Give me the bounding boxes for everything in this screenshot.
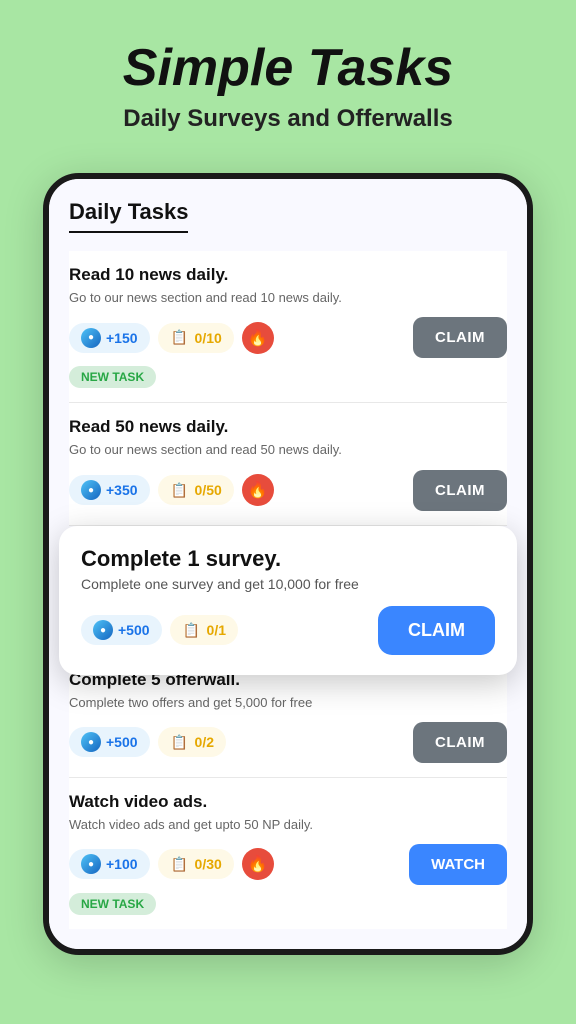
task-read-50-coin-label: +350: [106, 482, 138, 498]
task-offerwall-desc: Complete two offers and get 5,000 for fr…: [69, 694, 507, 712]
section-title: Daily Tasks: [69, 199, 188, 233]
task-offerwall-progress-badge: 📋 0/2: [158, 727, 226, 757]
highlight-badges: ● +500 📋 0/1: [81, 615, 238, 645]
phone-screen: Daily Tasks Read 10 news daily. Go to ou…: [49, 179, 527, 655]
task-read-10-coin-label: +150: [106, 330, 138, 346]
task-read-10-badges: ● +150 📋 0/10 🔥: [69, 322, 274, 354]
task-read-50-desc: Go to our news section and read 50 news …: [69, 441, 507, 459]
task-video-watch-button[interactable]: WATCH: [409, 844, 507, 885]
task-read-10-desc: Go to our news section and read 10 news …: [69, 289, 507, 307]
highlight-row: ● +500 📋 0/1 CLAIM: [81, 606, 495, 655]
task-read-10-progress-badge: 📋 0/10: [158, 323, 234, 353]
highlight-coin-badge: ● +500: [81, 615, 162, 645]
task-offerwall-coin-label: +500: [106, 734, 138, 750]
fire-icon-2: 🔥: [242, 474, 274, 506]
page-title: Simple Tasks: [123, 40, 453, 97]
highlight-card: Complete 1 survey. Complete one survey a…: [59, 526, 517, 675]
task-offerwall-claim-button[interactable]: CLAIM: [413, 722, 507, 763]
page-header: Simple Tasks Daily Surveys and Offerwall…: [103, 0, 473, 153]
task-video-coin-label: +100: [106, 856, 138, 872]
phone-mockup: Daily Tasks Read 10 news daily. Go to ou…: [43, 173, 533, 955]
task-read-50-coin-badge: ● +350: [69, 475, 150, 505]
fire-icon-1: 🔥: [242, 322, 274, 354]
task-read-10-title: Read 10 news daily.: [69, 265, 507, 285]
highlight-progress-label: 0/1: [207, 622, 226, 638]
progress-icon-3: 📋: [182, 620, 202, 640]
task-video-progress-label: 0/30: [195, 856, 222, 872]
bottom-section: Complete 5 offerwall. Complete two offer…: [49, 656, 527, 949]
progress-icon: 📋: [170, 328, 190, 348]
progress-icon-4: 📋: [170, 732, 190, 752]
task-read-10-claim-button[interactable]: CLAIM: [413, 317, 507, 358]
task-read-10-row: ● +150 📋 0/10 🔥 CLAIM: [69, 317, 507, 358]
task-read-50-claim-button[interactable]: CLAIM: [413, 470, 507, 511]
task-offerwall-badges: ● +500 📋 0/2: [69, 727, 226, 757]
progress-icon-5: 📋: [170, 854, 190, 874]
task-video-coin-badge: ● +100: [69, 849, 150, 879]
task-read-50: Read 50 news daily. Go to our news secti…: [69, 403, 507, 525]
task-read-50-badges: ● +350 📋 0/50 🔥: [69, 474, 274, 506]
highlight-claim-button[interactable]: CLAIM: [378, 606, 495, 655]
highlight-coin-label: +500: [118, 622, 150, 638]
highlight-spacer: Complete 1 survey. Complete one survey a…: [69, 526, 507, 656]
task-offerwall-progress-label: 0/2: [195, 734, 214, 750]
tasks-wrapper: Read 10 news daily. Go to our news secti…: [69, 251, 507, 655]
progress-icon-2: 📋: [170, 480, 190, 500]
page-subtitle: Daily Surveys and Offerwalls: [123, 105, 453, 133]
highlight-progress-badge: 📋 0/1: [170, 615, 238, 645]
task-video: Watch video ads. Watch video ads and get…: [69, 778, 507, 929]
task-video-badges: ● +100 📋 0/30 🔥: [69, 848, 274, 880]
task-read-10-coin-badge: ● +150: [69, 323, 150, 353]
task-offerwall-coin-badge: ● +500: [69, 727, 150, 757]
task-video-new-badge: NEW TASK: [69, 893, 156, 915]
coin-icon: ●: [81, 328, 101, 348]
fire-icon-5: 🔥: [242, 848, 274, 880]
coin-icon-3: ●: [93, 620, 113, 640]
task-read-50-title: Read 50 news daily.: [69, 417, 507, 437]
task-video-row: ● +100 📋 0/30 🔥 WATCH: [69, 844, 507, 885]
coin-icon-2: ●: [81, 480, 101, 500]
coin-icon-5: ●: [81, 854, 101, 874]
task-video-progress-badge: 📋 0/30: [158, 849, 234, 879]
highlight-title: Complete 1 survey.: [81, 546, 495, 572]
coin-icon-4: ●: [81, 732, 101, 752]
task-read-10-progress-label: 0/10: [195, 330, 222, 346]
task-read-10-new-badge: NEW TASK: [69, 366, 156, 388]
task-read-50-progress-label: 0/50: [195, 482, 222, 498]
task-video-title: Watch video ads.: [69, 792, 507, 812]
task-offerwall-row: ● +500 📋 0/2 CLAIM: [69, 722, 507, 763]
task-read-50-progress-badge: 📋 0/50: [158, 475, 234, 505]
task-read-10: Read 10 news daily. Go to our news secti…: [69, 251, 507, 403]
highlight-desc: Complete one survey and get 10,000 for f…: [81, 576, 495, 592]
task-read-50-row: ● +350 📋 0/50 🔥 CLAIM: [69, 470, 507, 511]
task-video-desc: Watch video ads and get upto 50 NP daily…: [69, 816, 507, 834]
